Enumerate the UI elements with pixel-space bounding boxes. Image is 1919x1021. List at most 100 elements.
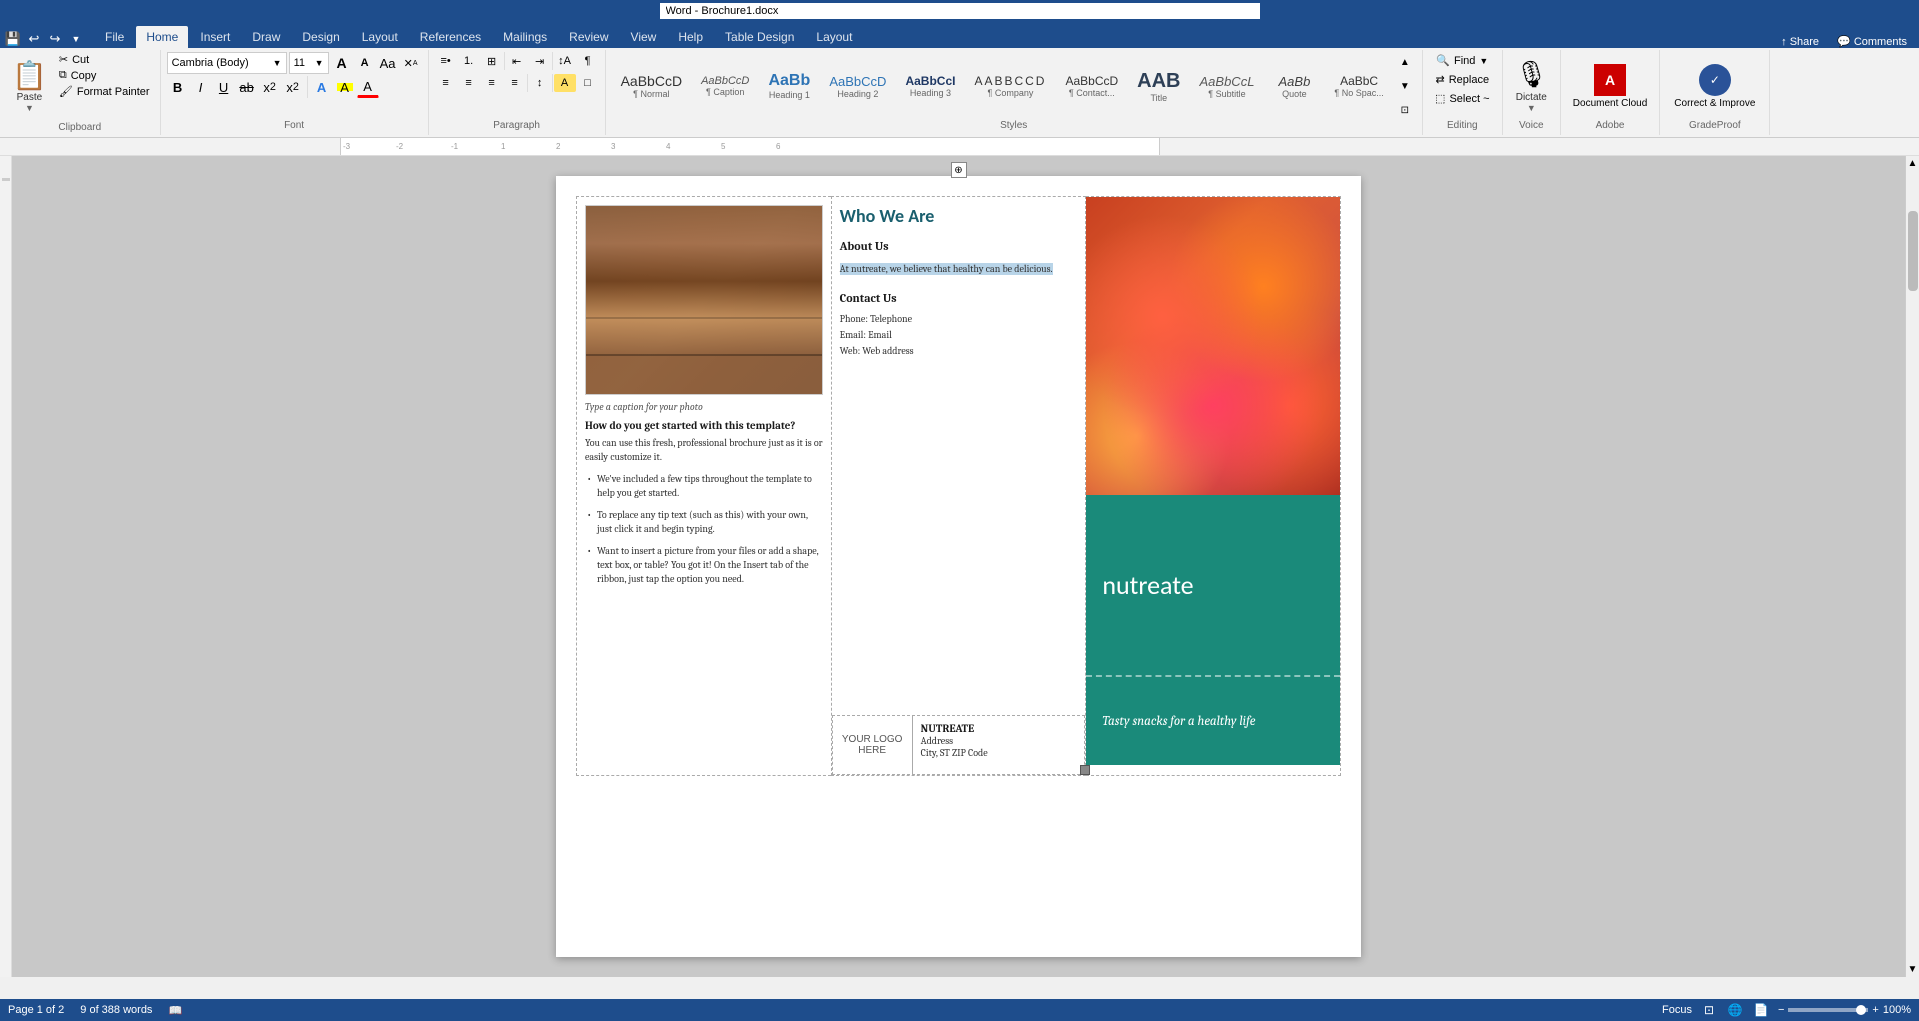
- tab-insert[interactable]: Insert: [190, 26, 240, 48]
- decrease-indent-button[interactable]: ⇤: [506, 52, 528, 70]
- style-quote[interactable]: AaBb Quote: [1264, 53, 1324, 119]
- who-we-are-heading[interactable]: Who We Are: [840, 205, 1078, 227]
- clear-formatting-button[interactable]: ✕A: [400, 52, 422, 74]
- align-center-button[interactable]: ≡: [458, 74, 480, 92]
- body-text-intro[interactable]: You can use this fresh, professional bro…: [585, 436, 823, 464]
- zoom-slider[interactable]: [1788, 1008, 1868, 1012]
- zoom-level[interactable]: 100%: [1883, 1004, 1911, 1016]
- text-highlight-button[interactable]: A: [334, 76, 356, 98]
- photo-caption-left[interactable]: Type a caption for your photo: [585, 401, 823, 413]
- style-heading2[interactable]: AaBbCcD Heading 2: [820, 53, 895, 119]
- numbering-button[interactable]: 1.: [458, 52, 480, 70]
- table-move-handle[interactable]: ⊕: [951, 162, 967, 178]
- footer-address-line2[interactable]: City, ST ZIP Code: [921, 747, 1077, 759]
- styles-scroll-up[interactable]: ▲: [1394, 52, 1416, 73]
- scroll-thumb[interactable]: [1908, 211, 1918, 291]
- align-left-button[interactable]: ≡: [435, 74, 457, 92]
- show-formatting-button[interactable]: ¶: [577, 52, 599, 70]
- line-spacing-button[interactable]: ↕: [529, 74, 551, 92]
- tab-draw[interactable]: Draw: [242, 26, 290, 48]
- col-resize-handle[interactable]: [1080, 765, 1090, 775]
- tab-mailings[interactable]: Mailings: [493, 26, 557, 48]
- replace-button[interactable]: ⇄ Replace: [1429, 71, 1495, 88]
- tab-layout[interactable]: Layout: [352, 26, 408, 48]
- justify-button[interactable]: ≡: [504, 74, 526, 92]
- borders-button[interactable]: □: [577, 74, 599, 92]
- vertical-scrollbar[interactable]: ▲ ▼: [1905, 156, 1919, 977]
- about-us-text[interactable]: At nutreate, we believe that healthy can…: [840, 263, 1053, 275]
- superscript-button[interactable]: x2: [282, 76, 304, 98]
- font-size-selector[interactable]: 11 ▼: [289, 52, 329, 74]
- save-button[interactable]: 💾: [4, 30, 22, 48]
- styles-more[interactable]: ⊡: [1394, 99, 1416, 120]
- style-subtitle[interactable]: AaBbCcL ¶ Subtitle: [1191, 53, 1264, 119]
- tab-home[interactable]: Home: [136, 26, 188, 48]
- about-us-heading[interactable]: About Us: [840, 239, 1078, 253]
- tab-references[interactable]: References: [410, 26, 491, 48]
- contact-phone[interactable]: Phone: Telephone: [840, 311, 1078, 327]
- increase-indent-button[interactable]: ⇥: [529, 52, 551, 70]
- styles-scroll-down[interactable]: ▼: [1394, 75, 1416, 97]
- scroll-down-button[interactable]: ▼: [1906, 962, 1919, 977]
- style-heading3[interactable]: AaBbCcI Heading 3: [896, 53, 964, 119]
- style-normal[interactable]: AaBbCcD ¶ Normal: [612, 53, 691, 119]
- tab-file[interactable]: File: [95, 26, 134, 48]
- address-input[interactable]: [660, 3, 1260, 19]
- underline-button[interactable]: U: [213, 76, 235, 98]
- document-scroll-area[interactable]: ⊕ Type a caption for your photo: [12, 156, 1905, 977]
- customize-qat-button[interactable]: ▼: [67, 30, 85, 48]
- tab-layout2[interactable]: Layout: [806, 26, 862, 48]
- redo-button[interactable]: ↪: [46, 30, 64, 48]
- print-layout-button[interactable]: ⊡: [1700, 1001, 1718, 1019]
- contact-web[interactable]: Web: Web address: [840, 343, 1078, 359]
- tab-table-design[interactable]: Table Design: [715, 26, 804, 48]
- comments-button[interactable]: 💬 Comments: [1829, 35, 1915, 48]
- font-shrink-button[interactable]: A: [354, 52, 376, 74]
- contact-us-heading[interactable]: Contact Us: [840, 291, 1078, 305]
- how-to-heading[interactable]: How do you get started with this templat…: [585, 419, 823, 432]
- zoom-in-button[interactable]: +: [1872, 1004, 1878, 1016]
- footer-company-name[interactable]: NUTREATE: [921, 722, 1077, 735]
- undo-button[interactable]: ↩: [25, 30, 43, 48]
- multilevel-list-button[interactable]: ⊞: [481, 52, 503, 70]
- paste-button[interactable]: 📋 Paste ▼: [6, 52, 53, 122]
- brand-name[interactable]: nutreate: [1102, 569, 1193, 601]
- bullets-button[interactable]: ≡•: [435, 52, 457, 70]
- bullet-item-2[interactable]: To replace any tip text (such as this) w…: [585, 508, 823, 536]
- read-mode-button[interactable]: 📄: [1752, 1001, 1770, 1019]
- tagline-text[interactable]: Tasty snacks for a healthy life: [1102, 714, 1255, 729]
- tab-view[interactable]: View: [621, 26, 667, 48]
- style-heading1[interactable]: AaBb Heading 1: [759, 53, 819, 119]
- style-caption[interactable]: AaBbCcD ¶ Caption: [692, 53, 758, 119]
- shading-button[interactable]: A: [554, 74, 576, 92]
- adobe-document-cloud-button[interactable]: A Document Cloud: [1567, 52, 1653, 120]
- italic-button[interactable]: I: [190, 76, 212, 98]
- subscript-button[interactable]: x2: [259, 76, 281, 98]
- footer-address-line1[interactable]: Address: [921, 735, 1077, 747]
- font-name-selector[interactable]: Cambria (Body) ▼: [167, 52, 287, 74]
- tab-review[interactable]: Review: [559, 26, 618, 48]
- dictate-button[interactable]: 🎙 Dictate ▼: [1509, 52, 1554, 120]
- zoom-out-button[interactable]: −: [1778, 1004, 1784, 1016]
- text-effects-button[interactable]: A: [311, 76, 333, 98]
- sort-button[interactable]: ↕A: [554, 52, 576, 70]
- copy-button[interactable]: ⧉ Copy: [55, 68, 154, 83]
- scroll-up-button[interactable]: ▲: [1906, 156, 1919, 171]
- strikethrough-button[interactable]: ab: [236, 76, 258, 98]
- style-no-spacing[interactable]: AaBbC ¶ No Spac...: [1325, 53, 1392, 119]
- cut-button[interactable]: ✂ Cut: [55, 52, 154, 67]
- change-case-button[interactable]: Aa: [377, 52, 399, 74]
- bullet-item-3[interactable]: Want to insert a picture from your files…: [585, 544, 823, 586]
- correct-improve-button[interactable]: ✓ Correct & Improve: [1666, 52, 1763, 120]
- tab-help[interactable]: Help: [668, 26, 713, 48]
- footer-logo[interactable]: YOUR LOGO HERE: [833, 716, 913, 774]
- font-color-button[interactable]: A: [357, 76, 379, 98]
- tab-design[interactable]: Design: [292, 26, 349, 48]
- contact-email[interactable]: Email: Email: [840, 327, 1078, 343]
- proofing-icon[interactable]: 📖: [168, 1004, 182, 1017]
- format-painter-button[interactable]: 🖌 Format Painter: [55, 84, 154, 99]
- bold-button[interactable]: B: [167, 76, 189, 98]
- style-company[interactable]: AABBCCD ¶ Company: [965, 53, 1055, 119]
- align-right-button[interactable]: ≡: [481, 74, 503, 92]
- focus-label[interactable]: Focus: [1662, 1004, 1692, 1016]
